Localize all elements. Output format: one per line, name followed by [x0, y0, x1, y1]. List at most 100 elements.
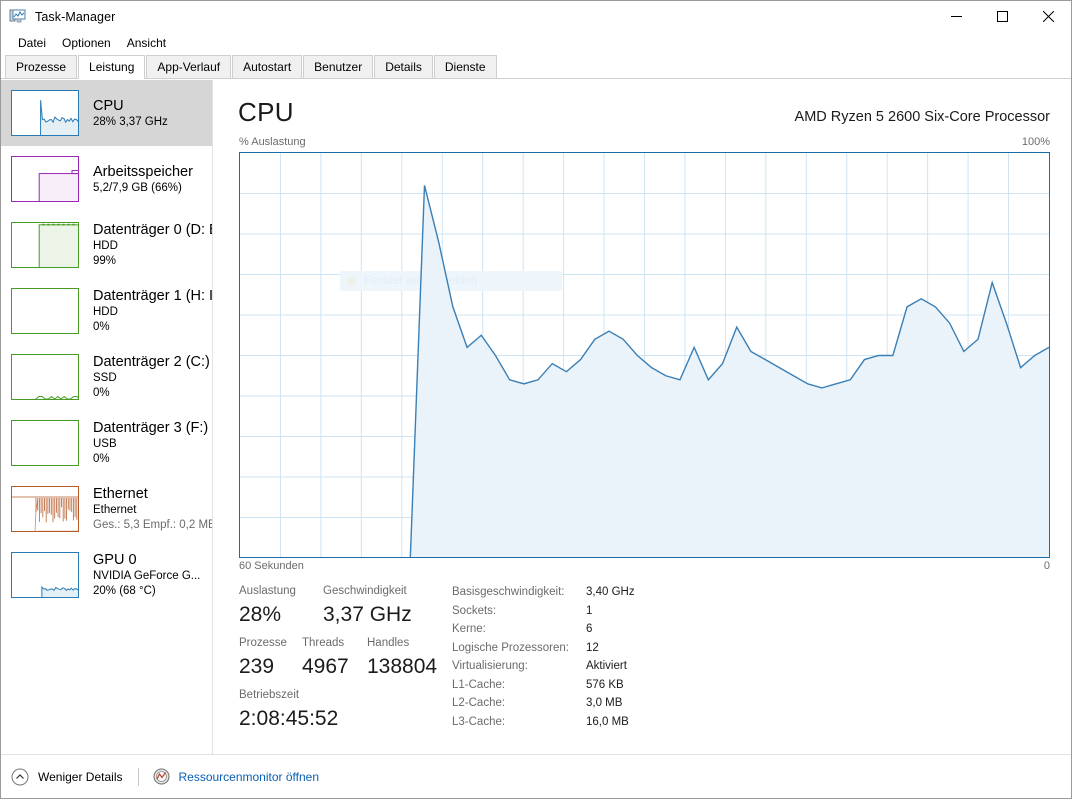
cpu-detail-label: Virtualisierung: — [452, 660, 528, 672]
sidebar-thumb-disk3 — [11, 420, 79, 466]
cpu-detail-label: L3-Cache: — [452, 715, 506, 728]
title-bar: Task-Manager — [1, 1, 1071, 32]
less-details-button[interactable]: Weniger Details — [11, 768, 122, 786]
status-divider — [138, 767, 140, 786]
cpu-detail-row: Kerne: 6 — [452, 620, 1051, 639]
tab-autostart[interactable]: Autostart — [232, 55, 303, 78]
stat-auslastung: Auslastung 28% — [239, 583, 323, 629]
stat-label: Handles — [367, 637, 410, 649]
cpu-detail-value: 6 — [586, 623, 593, 635]
cpu-detail-value: 1 — [586, 604, 593, 617]
task-manager-window: Task-Manager Datei Optionen Ansicht Proz… — [0, 0, 1072, 799]
sidebar-item-label: Datenträger 1 (H: I — [93, 288, 212, 304]
sidebar-item-sub1: SSD — [93, 372, 117, 384]
stat-label: Geschwindigkeit — [323, 585, 407, 597]
cpu-stats-primary: Auslastung 28% Geschwindigkeit 3,37 GHz … — [239, 583, 444, 733]
maximize-button[interactable] — [979, 1, 1025, 32]
resource-sidebar[interactable]: CPU 28% 3,37 GHz Arbeitsspeicher 5,2/7,9 GB… — [1, 80, 213, 754]
cpu-detail-value: Aktiviert — [586, 660, 627, 672]
sidebar-item-sub1: USB — [93, 438, 117, 450]
sidebar-item-gpu0[interactable]: GPU 0 NVIDIA GeForce G... 20% (68 °C) — [1, 542, 212, 608]
sidebar-item-text: Arbeitsspeicher 5,2/7,9 GB (66%) — [93, 163, 193, 196]
close-button[interactable] — [1025, 1, 1071, 32]
task-manager-icon — [8, 8, 26, 26]
sidebar-item-label: Datenträger 2 (C:) — [93, 354, 210, 370]
stat-handles: Handles 138804 — [367, 635, 437, 681]
chart-axis-bottom: 60 Sekunden 0 — [239, 560, 1050, 572]
cpu-detail-label: Sockets: — [452, 604, 497, 617]
cpu-stats-details: Basisgeschwindigkeit: 3,40 GHz Sockets: 1 Ke… — [452, 583, 1051, 733]
x-axis-left-label: 60 Sekunden — [239, 560, 304, 572]
sidebar-thumb-disk2 — [11, 354, 79, 400]
sidebar-item-sub2: 0% — [93, 387, 110, 399]
sidebar-item-disk1[interactable]: Datenträger 1 (H: I HDD 0% — [1, 278, 212, 344]
cpu-detail-row: Sockets: 1 — [452, 602, 1051, 621]
menu-item-datei[interactable]: Datei — [10, 34, 54, 52]
stat-value: 138804 — [367, 655, 438, 678]
stat-threads: Threads 4967 — [302, 635, 367, 681]
stat-value: 239 — [239, 655, 275, 678]
menu-item-ansicht[interactable]: Ansicht — [119, 34, 174, 52]
thumbnail-graph — [38, 223, 78, 267]
stat-betriebszeit: Betriebszeit 2:08:45:52 — [239, 687, 338, 733]
resource-monitor-label: Ressourcenmonitor öffnen — [178, 769, 320, 784]
sidebar-item-cpu[interactable]: CPU 28% 3,37 GHz — [1, 80, 212, 146]
tab-benutzer[interactable]: Benutzer — [303, 55, 374, 78]
stat-prozesse: Prozesse 239 — [239, 635, 302, 681]
tab-leistung[interactable]: Leistung — [78, 55, 146, 79]
sidebar-item-text: CPU 28% 3,37 GHz — [93, 97, 168, 130]
sidebar-item-text: GPU 0 NVIDIA GeForce G... 20% (68 °C) — [93, 551, 200, 599]
cpu-detail-value: 3,0 MB — [586, 697, 623, 709]
stat-value: 2:08:45:52 — [239, 707, 339, 730]
sidebar-item-label: Arbeitsspeicher — [93, 163, 193, 180]
sidebar-item-text: Datenträger 2 (C:) SSD 0% — [93, 353, 210, 401]
tab-dienste[interactable]: Dienste — [433, 55, 497, 78]
sidebar-item-sub1: Ethernet — [93, 504, 137, 516]
thumbnail-graph — [40, 100, 78, 135]
sidebar-item-sub2: Ges.: 5,3 Empf.: 0,2 MBi — [93, 519, 212, 531]
sidebar-item-sub2: 0% — [93, 321, 110, 333]
thumbnail-graph — [12, 289, 79, 334]
sidebar-item-label: Ethernet — [93, 486, 148, 502]
cpu-detail-value: 12 — [586, 641, 599, 654]
thumbnail-graph — [35, 395, 78, 399]
tab-bar: Prozesse Leistung App-Verlauf Autostart … — [1, 55, 1071, 79]
cpu-stats: Auslastung 28% Geschwindigkeit 3,37 GHz … — [239, 583, 1051, 733]
chart-axis-top: % Auslastung 100% — [239, 136, 1050, 148]
sidebar-item-sub1: NVIDIA GeForce G... — [93, 570, 201, 582]
sidebar-item-text: Datenträger 0 (D: E HDD 99% — [93, 221, 212, 269]
sidebar-item-ethernet[interactable]: Ethernet Ethernet Ges.: 5,3 Empf.: 0,2 MBi — [1, 476, 212, 542]
cpu-detail-value: 576 KB — [586, 678, 624, 691]
cpu-model-label: AMD Ryzen 5 2600 Six-Core Processor — [794, 109, 1050, 125]
y-axis-label: % Auslastung — [239, 136, 306, 148]
cpu-usage-series — [240, 153, 1049, 557]
cpu-utilization-chart[interactable]: Fenster ausschneiden — [239, 152, 1050, 558]
page-title: CPU — [238, 97, 294, 127]
sidebar-item-text: Datenträger 3 (F:) USB 0% — [93, 419, 208, 467]
sidebar-item-sub2: 0% — [93, 453, 110, 465]
stat-geschwindigkeit: Geschwindigkeit 3,37 GHz — [323, 583, 412, 629]
sidebar-item-disk3[interactable]: Datenträger 3 (F:) USB 0% — [1, 410, 212, 476]
sidebar-item-disk2[interactable]: Datenträger 2 (C:) SSD 0% — [1, 344, 212, 410]
minimize-button[interactable] — [933, 1, 979, 32]
tab-prozesse[interactable]: Prozesse — [5, 55, 78, 78]
window-title: Task-Manager — [35, 9, 116, 24]
sidebar-item-disk0[interactable]: Datenträger 0 (D: E HDD 99% — [1, 212, 212, 278]
stat-value: 28% — [239, 603, 282, 626]
stat-label: Auslastung — [239, 585, 296, 597]
cpu-detail-label: L1-Cache: — [452, 678, 506, 691]
menu-item-optionen[interactable]: Optionen — [54, 34, 119, 52]
sidebar-item-sub1: 5,2/7,9 GB (66%) — [93, 181, 182, 194]
tab-details[interactable]: Details — [374, 55, 433, 78]
thumbnail-graph — [38, 170, 78, 201]
sidebar-item-sub1: 28% 3,37 GHz — [93, 115, 168, 128]
resource-monitor-link[interactable]: Ressourcenmonitor öffnen — [153, 768, 319, 785]
less-details-label: Weniger Details — [38, 769, 123, 784]
stat-label: Betriebszeit — [239, 689, 300, 701]
sidebar-item-text: Datenträger 1 (H: I HDD 0% — [93, 287, 212, 335]
window-controls — [933, 1, 1071, 32]
sidebar-item-memory[interactable]: Arbeitsspeicher 5,2/7,9 GB (66%) — [1, 146, 212, 212]
cpu-area-fill — [410, 185, 1049, 557]
chevron-up-circle-icon — [11, 768, 29, 785]
tab-app-verlauf[interactable]: App-Verlauf — [146, 55, 232, 78]
